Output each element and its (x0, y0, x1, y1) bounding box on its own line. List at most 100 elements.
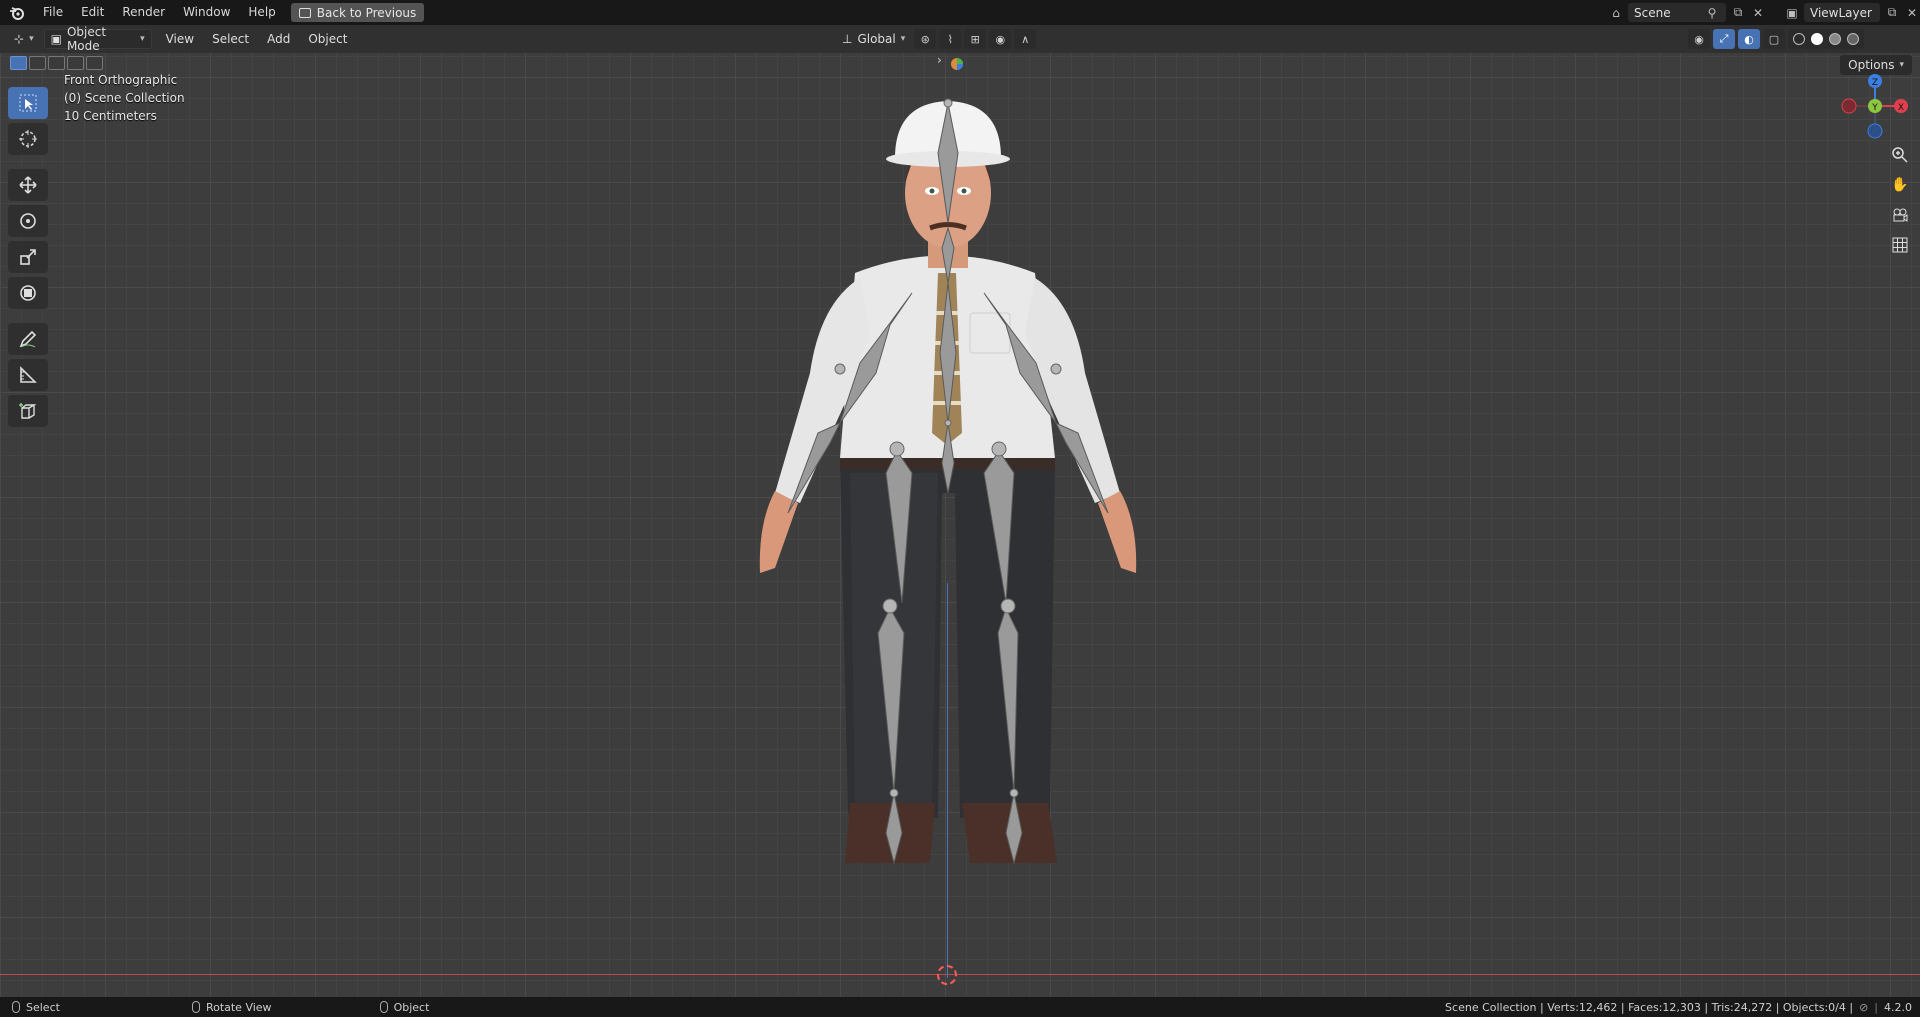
select-subtract-icon[interactable] (48, 56, 65, 70)
gizmo-y-label: Y (1871, 103, 1878, 113)
chevron-right-icon[interactable]: › (937, 53, 942, 67)
selection-mode-group (10, 56, 103, 70)
snap-target-icon[interactable]: ⊞ (964, 29, 987, 49)
delete-scene-icon[interactable]: ✕ (1750, 5, 1766, 21)
object-mode-icon: ▣ (50, 32, 62, 46)
stats-text: Scene Collection | Verts:12,462 | Faces:… (1445, 1000, 1854, 1014)
status-select: Select (12, 1001, 60, 1014)
select-new-icon[interactable] (10, 56, 27, 70)
status-object: Object (379, 1000, 430, 1014)
menu-view[interactable]: View (160, 29, 200, 49)
gizmo-toggle-icon[interactable]: ⤢ (1713, 29, 1735, 49)
menu-add[interactable]: Add (261, 29, 296, 49)
menu-render[interactable]: Render (113, 0, 174, 25)
select-intersect-icon[interactable] (86, 56, 103, 70)
move-tool[interactable] (8, 169, 48, 201)
cursor-arrow-icon (19, 94, 37, 112)
collection-label: (0) Scene Collection (64, 91, 185, 105)
pin-icon[interactable]: ⚲ (1704, 5, 1720, 21)
navigation-tools: ✋ (1888, 143, 1912, 257)
top-menu-bar: File Edit Render Window Help Back to Pre… (0, 0, 1920, 25)
mode-dropdown[interactable]: ▣ Object Mode ▾ (43, 25, 152, 53)
annotate-tool[interactable] (8, 323, 48, 355)
select-extend-icon[interactable] (29, 56, 46, 70)
visibility-icon[interactable]: ◉ (1688, 29, 1710, 49)
scene-icon[interactable]: ⌂ (1608, 5, 1624, 21)
falloff-icon[interactable]: ∧ (1014, 29, 1037, 49)
editor-type-icon: ⊹ (14, 32, 25, 46)
scene-selector[interactable]: Scene ⚲ (1628, 3, 1726, 22)
navigation-gizmo[interactable]: Z X Y (1840, 71, 1910, 141)
editor-type-button[interactable]: ⊹ ▾ (8, 29, 40, 49)
snap-icon[interactable]: ⌇ (939, 29, 962, 49)
status-rotate-view: Rotate View (191, 1001, 272, 1014)
solid-shading-icon[interactable] (1808, 29, 1826, 49)
ruler-icon (20, 366, 37, 383)
zoom-icon[interactable] (1888, 143, 1912, 167)
chevron-down-icon: ▾ (1899, 60, 1904, 70)
new-view-layer-icon[interactable]: ⧉ (1884, 5, 1900, 21)
rotate-tool[interactable] (8, 205, 48, 237)
blender-window: File Edit Render Window Help Back to Pre… (0, 0, 1920, 1017)
xray-toggle-icon[interactable]: ▢ (1763, 29, 1785, 49)
camera-view-icon[interactable] (1888, 203, 1912, 227)
pivot-point-icon[interactable]: ⊛ (914, 29, 937, 49)
options-label: Options (1848, 58, 1895, 72)
back-to-previous-button[interactable]: Back to Previous (290, 3, 425, 22)
menu-window[interactable]: Window (174, 0, 239, 25)
scene-object-icon[interactable] (950, 57, 964, 71)
grid-scale-label: 10 Centimeters (64, 109, 157, 123)
blender-logo-icon[interactable] (0, 0, 34, 25)
transform-icon (20, 285, 36, 301)
transform-orientation-dropdown[interactable]: ⊥ Global ▾ (836, 29, 911, 49)
transform-tools: ⊥ Global ▾ ⊛ ⌇ ⊞ ◉ ∧ (836, 29, 1037, 49)
orientation-icon: ⊥ (842, 32, 853, 46)
mouse-middle-icon (191, 1001, 200, 1013)
material-preview-icon[interactable] (1826, 29, 1844, 49)
viewport-header: ⊹ ▾ ▣ Object Mode ▾ View Select Add Objec… (0, 25, 1920, 53)
chevron-down-icon: ▾ (29, 34, 34, 44)
new-scene-icon[interactable]: ⧉ (1730, 5, 1746, 21)
cursor-tool[interactable] (8, 123, 48, 155)
3d-viewport[interactable]: Front Orthographic (0) Scene Collection … (0, 53, 1920, 997)
transform-tool[interactable] (8, 277, 48, 309)
mode-label: Object Mode (66, 25, 107, 53)
x-axis-line (0, 974, 1920, 975)
chevron-down-icon: ▾ (140, 34, 145, 44)
menu-file[interactable]: File (34, 0, 72, 25)
measure-tool[interactable] (8, 359, 48, 391)
view-layer-icon[interactable]: ▣ (1784, 5, 1800, 21)
wireframe-shading-icon[interactable] (1790, 29, 1808, 49)
scene-controls: ⌂ Scene ⚲ ⧉ ✕ ▣ ViewLayer ⧉ ✕ (1608, 0, 1920, 25)
mouse-right-icon (379, 1001, 388, 1013)
select-box-tool[interactable] (8, 87, 48, 119)
status-object-label: Object (393, 1000, 430, 1014)
overlay-toggle-icon[interactable]: ◐ (1738, 29, 1760, 49)
proportional-editing-icon[interactable]: ◉ (989, 29, 1012, 49)
network-off-icon: ⊘ (1859, 1000, 1869, 1014)
menu-edit[interactable]: Edit (72, 0, 113, 25)
hand-pan-icon[interactable]: ✋ (1888, 173, 1912, 197)
status-select-label: Select (26, 1000, 60, 1014)
character-model[interactable] (680, 73, 1220, 973)
pencil-icon (19, 330, 37, 348)
viewport-info: Front Orthographic (0) Scene Collection … (64, 71, 185, 125)
rendered-shading-icon[interactable] (1844, 29, 1862, 49)
add-cube-tool[interactable] (8, 395, 48, 427)
menu-object[interactable]: Object (302, 29, 353, 49)
back-icon (298, 7, 311, 18)
delete-view-layer-icon[interactable]: ✕ (1904, 5, 1920, 21)
orthographic-grid-icon[interactable] (1888, 233, 1912, 257)
scale-tool[interactable] (8, 241, 48, 273)
scene-statistics: Scene Collection | Verts:12,462 | Faces:… (1445, 1000, 1912, 1014)
back-to-previous-label: Back to Previous (316, 5, 417, 20)
view-layer-name: ViewLayer (1810, 5, 1872, 20)
status-bar: Select Rotate View Object Scene Collecti… (0, 997, 1920, 1017)
select-invert-icon[interactable] (67, 56, 84, 70)
menu-help[interactable]: Help (239, 0, 284, 25)
menu-select[interactable]: Select (206, 29, 255, 49)
shading-mode-group (1788, 29, 1864, 49)
version-label: 4.2.0 (1884, 1000, 1912, 1014)
chevron-down-icon: ▾ (900, 34, 906, 44)
view-layer-selector[interactable]: ViewLayer (1804, 3, 1880, 22)
